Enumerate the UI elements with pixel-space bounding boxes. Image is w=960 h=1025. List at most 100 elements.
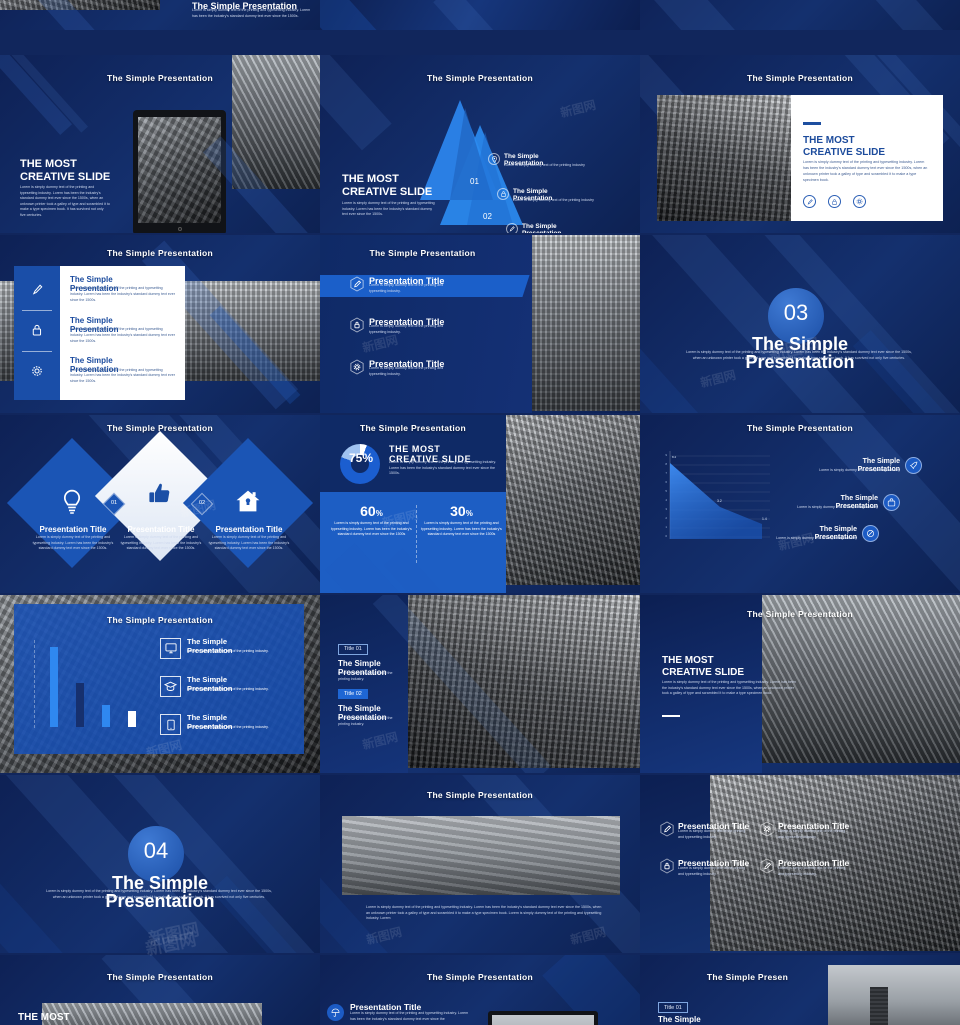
slide-r6c2-bottom[interactable]: The Simple Presentation Presentation Tit… <box>320 955 640 1025</box>
item-title: The Simple <box>658 1015 701 1024</box>
lock-icon[interactable] <box>828 195 841 208</box>
list-item[interactable]: The Simple Presentation Lorem is simply … <box>70 275 175 304</box>
legend-item-3[interactable]: The Simple Presentation Lorem is simply … <box>737 525 879 542</box>
slide-r5c1-section-04[interactable]: 04 The Simple Presentation Lorem is simp… <box>0 775 320 953</box>
list-item[interactable]: The Simple Presentation Lorem is simply … <box>70 316 175 345</box>
slide-gallery: The Simple Presentation Lorem is simply … <box>0 0 960 1025</box>
icon-sidebar <box>14 266 60 400</box>
y-tick: 4 <box>665 498 667 502</box>
feature-desc: Lorem is simply dummy text of the printi… <box>678 866 746 876</box>
slide-r2c1-sidebar-list[interactable]: The Simple Presentation The Simple Prese… <box>0 235 320 413</box>
slide-r4c3-bigphoto[interactable]: The Simple Presentation THE MOST CREATIV… <box>640 595 960 773</box>
y-axis-ticks: 9 8 7 6 5 4 3 2 1 0 <box>658 451 667 541</box>
feature-item-2[interactable]: Presentation Title Lorem is simply dummy… <box>760 821 849 840</box>
slide-header: The Simple Presentation <box>369 248 476 258</box>
slide-r4c2-titles[interactable]: Title 01 The Simple Presentation Lorem i… <box>320 595 640 773</box>
stat-number: 60 <box>360 503 376 519</box>
pencil-icon <box>760 858 774 874</box>
stat-divider <box>416 505 417 563</box>
item-desc: Lorem is simply dummy text of the printi… <box>70 286 175 302</box>
slide-header: The Simple Presentation <box>106 615 214 625</box>
heading-line1: THE MOST <box>389 444 441 454</box>
feature-item-3[interactable]: Presentation Title Lorem is simply dummy… <box>660 858 749 877</box>
caption-desc: Lorem is simply dummy text of the printi… <box>120 535 202 551</box>
slide-r3c3-chart[interactable]: The Simple Presentation 9 8 7 6 5 4 3 2 … <box>640 415 960 593</box>
pencil-icon[interactable] <box>803 195 816 208</box>
feature-desc: Lorem is simply dummy text of the printi… <box>778 866 846 876</box>
slide-body: Lorem is simply dummy text of the printi… <box>342 201 435 217</box>
slide-header: The Simple Presentation <box>106 73 214 83</box>
slide-top-partial-mid[interactable]: dummy text of the printing and typesetti… <box>320 0 640 30</box>
slide-r6c3-bottom[interactable]: The Simple Presen Title 01 The Simple <box>640 955 960 1025</box>
bar-chart <box>32 640 152 730</box>
slide-top-partial-left[interactable]: The Simple Presentation Lorem is simply … <box>0 0 320 30</box>
stat-value: 60% <box>330 503 413 519</box>
slide-r2c2-city[interactable]: The Simple Presentation Presentation Tit… <box>320 235 640 413</box>
legend-item-1[interactable]: The Simple Presentation Lorem is simply … <box>780 457 922 474</box>
badge-title-02: Title 02 <box>338 689 368 699</box>
chart-axis <box>34 640 35 728</box>
feature-item-1[interactable]: Presentation Title Lorem is simply dummy… <box>350 276 444 294</box>
y-tick: 6 <box>665 480 667 484</box>
list-item[interactable]: The Simple Presentation Lorem is simply … <box>70 356 175 385</box>
legend-item-3[interactable]: The Simple Presentation Lorem is simply … <box>160 713 295 735</box>
caption-1: Presentation Title Lorem is simply dummy… <box>28 525 118 552</box>
bar <box>76 683 84 727</box>
slide-r1c3-card[interactable]: The Simple Presentation THE MOST CREATIV… <box>640 55 960 233</box>
feature-item-2[interactable]: Presentation Title Lorem is simply dummy… <box>350 317 444 335</box>
slide-r5c2-bridge[interactable]: The Simple Presentation Lorem is simply … <box>320 775 640 953</box>
block-icon <box>862 525 879 542</box>
gear-icon[interactable] <box>853 195 866 208</box>
y-tick: 9 <box>665 453 667 457</box>
stat-block-1: 60% Lorem is simply dummy text of the pr… <box>330 503 413 538</box>
data-label-1: 8.2 <box>672 455 677 459</box>
slide-header: The Simple Presentation <box>426 73 534 83</box>
step-item-01[interactable]: The Simple Presentation Lorem is simply … <box>488 153 585 169</box>
slide-r5c3-fourup[interactable]: Presentation Title Lorem is simply dummy… <box>640 775 960 953</box>
legend-item-2[interactable]: The Simple Presentation Lorem is simply … <box>160 675 295 697</box>
photo-skyscraper <box>407 595 640 768</box>
heading-line2: CREATIVE SLIDE <box>20 171 111 183</box>
slide-r4c1-barchart[interactable]: The Simple Presentation The Simple Prese… <box>0 595 320 773</box>
feature-item-1[interactable]: Presentation Title Lorem is simply dummy… <box>660 821 749 840</box>
step-desc: Lorem is simply dummy text of the printi… <box>504 162 585 167</box>
y-tick: 3 <box>665 507 667 511</box>
section-body: Lorem is simply dummy text of the printi… <box>46 889 272 899</box>
pencil-icon <box>506 223 518 233</box>
slide-r6c1-bottom[interactable]: The Simple Presentation THE MOST CREATIV… <box>0 955 320 1025</box>
photo-building <box>0 0 160 10</box>
slide-r1c1-tablet[interactable]: The Simple Presentation THE MOST CREATIV… <box>0 55 320 233</box>
slide-top-partial-right[interactable]: Lorem is simply dummy text of the printi… <box>640 0 960 30</box>
step-item-02[interactable]: The Simple Presentation Lorem is simply … <box>497 188 594 204</box>
stat-unit: % <box>465 509 473 518</box>
pencil-icon <box>660 821 674 837</box>
gear-icon <box>350 359 364 375</box>
donut-center-label: 75% <box>349 451 374 465</box>
slide-r2c3-section-03[interactable]: 03 The Simple Presentation Lorem is simp… <box>640 235 960 413</box>
legend-desc: Lorem is simply dummy text of the printi… <box>797 504 878 509</box>
slide-background <box>320 0 640 30</box>
slide-body: Lorem is simply dummy text of the printi… <box>366 905 602 921</box>
heading-line1: THE MOST <box>18 1012 70 1023</box>
legend-item-2[interactable]: The Simple Presentation Lorem is simply … <box>758 494 900 511</box>
legend-item-1[interactable]: The Simple Presentation Lorem is simply … <box>160 637 295 659</box>
y-tick: 2 <box>665 516 667 520</box>
slide-r1c2-triangle[interactable]: The Simple Presentation THE MOST CREATIV… <box>320 55 640 233</box>
heading-line1: THE MOST <box>342 173 399 185</box>
step-item-03[interactable]: The Simple Presentation Lorem is simply … <box>506 223 603 233</box>
gear-icon[interactable] <box>14 362 60 380</box>
feature-item-3[interactable]: Presentation Title Lorem is simply dummy… <box>350 359 444 377</box>
pencil-icon[interactable] <box>14 280 60 298</box>
accent-rule <box>803 122 821 125</box>
bag-icon <box>883 494 900 511</box>
bar <box>50 647 58 727</box>
y-tick: 7 <box>665 471 667 475</box>
slide-r3c2-donut[interactable]: The Simple Presentation 75% THE MOST CRE… <box>320 415 640 593</box>
feature-item-4[interactable]: Presentation Title Lorem is simply dummy… <box>760 858 849 877</box>
card-body: Lorem is simply dummy text of the printi… <box>803 160 928 182</box>
text-item-2[interactable]: Title 02 The Simple Presentation Lorem i… <box>338 682 402 728</box>
step-title: The Simple Presentation <box>522 223 561 233</box>
slide-r3c1-diamonds[interactable]: The Simple Presentation 01 02 Presentati… <box>0 415 320 593</box>
text-item-1[interactable]: Title 01 The Simple Presentation Lorem i… <box>338 637 402 683</box>
lock-icon[interactable] <box>14 321 60 339</box>
